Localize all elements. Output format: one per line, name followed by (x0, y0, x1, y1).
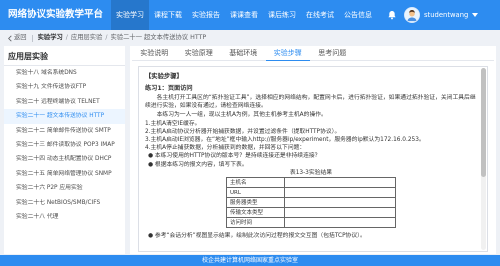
tab-bar: 实验说明 实验原理 基础环境 实验步骤 思考问题 (132, 46, 494, 61)
sidebar-item-p2p[interactable]: 实验二十六 P2P 应用实验 (4, 181, 125, 195)
section-heading: 【实验步骤】 (145, 73, 183, 80)
table-caption: 表13-3实验结果 (289, 169, 333, 176)
table-cell-label: 服务器类型 (226, 197, 285, 209)
sidebar-item-dhcp[interactable]: 实验二十四 动态主机配置协议 DHCP (4, 152, 125, 166)
exercise-title: 练习1：页面访问 (145, 85, 193, 92)
nav-item-exercises[interactable]: 课后练习 (263, 0, 301, 30)
content-scrollbar[interactable] (481, 68, 486, 250)
note-paragraph: 本练习为一人一组，现以主机A为例，其他主机参考主机A的操作。 (156, 112, 327, 119)
bell-icon[interactable] (387, 10, 397, 20)
sidebar-item-snmp[interactable]: 实验二十五 简单网络管理协议 SNMP (4, 167, 125, 181)
step-item: 1.主机A清空IE缓存。 (145, 120, 201, 127)
nav-item-lab-report[interactable]: 实验报告 (187, 0, 225, 30)
table-row: 访问时间 (226, 217, 396, 229)
table-cell-label: URL (226, 187, 285, 199)
breadcrumb: 返回 实验学习 / 应用层实验 / 实验二十一 超文本传送协议 HTTP (8, 31, 206, 45)
intro-paragraph: 各主机打开工具区的“拓扑验证工具”，选择相应的网络结构，配置网卡后，进行拓扑验证… (145, 95, 476, 110)
breadcrumb-item-current: 实验二十一 超文本传送协议 HTTP (110, 34, 207, 41)
step-item: 4.主机A停止捕获数据，分析捕获到的数据，并回答以下问题： (145, 145, 306, 152)
back-link[interactable]: 返回 (8, 31, 27, 45)
sidebar-item-dns[interactable]: 实验十八 域名系统DNS (4, 66, 125, 80)
scrollbar-thumb[interactable] (481, 68, 486, 178)
table-row: 服务器类型 (226, 197, 396, 209)
breadcrumb-separator: / (65, 34, 68, 41)
question-item: ● 本练习使用的HTTP协议的版本号？是持续连接还是非持续连接？ (148, 153, 321, 160)
tab-environment[interactable]: 基础环境 (221, 46, 266, 61)
nav-item-online-exam[interactable]: 在线考试 (301, 0, 339, 30)
sidebar-item-telnet[interactable]: 实验二十 远程终端协议 TELNET (4, 95, 125, 109)
nav-item-lab-study[interactable]: 实验学习 (111, 0, 149, 30)
content-body: 【实验步骤】 练习1：页面访问 各主机打开工具区的“拓扑验证工具”，选择相应的网… (139, 67, 487, 251)
table-cell-label: 主机名 (226, 177, 285, 189)
question-item: ● 根据本练习的报文内容，填写下表。 (148, 161, 248, 168)
sidebar: 应用层实验 实验十八 域名系统DNS 实验十九 文件传送协议FTP 实验二十 远… (4, 46, 125, 254)
breadcrumb-item-section[interactable]: 实验学习 (38, 31, 63, 45)
table-cell-value (284, 207, 396, 219)
table-cell-label: 传输文本类型 (226, 207, 285, 219)
chevron-left-icon (8, 35, 12, 41)
sidebar-item-netbios[interactable]: 实验二十七 NetBIOS/SMB/CIFS (4, 196, 125, 210)
sidebar-item-smtp[interactable]: 实验二十二 简单邮件传送协议 SMTP (4, 124, 125, 138)
main-panel: 实验说明 实验原理 基础环境 实验步骤 思考问题 【实验步骤】 练习1：页面访问… (130, 46, 496, 254)
table-cell-value (284, 217, 396, 229)
back-label: 返回 (14, 34, 27, 41)
breadcrumb-separator: / (105, 34, 108, 41)
table-cell-label: 访问时间 (226, 217, 285, 229)
tab-lab-description[interactable]: 实验说明 (132, 46, 177, 61)
table-row: 传输文本类型 (226, 207, 396, 219)
breadcrumb-item-category[interactable]: 应用层实验 (71, 31, 102, 45)
avatar[interactable] (404, 7, 420, 23)
step-item: 2.主机A启动协议分析器开始捕获数据，并设置过滤条件（提取HTTP协议）。 (145, 128, 341, 135)
table-row: URL (226, 187, 396, 199)
table-cell-value (284, 187, 396, 199)
breadcrumb-divider (31, 34, 33, 42)
tab-lab-principle[interactable]: 实验原理 (177, 46, 222, 61)
table-cell-value (284, 177, 396, 189)
tab-lab-steps[interactable]: 实验步骤 (265, 46, 310, 61)
username[interactable]: studentwang (424, 0, 468, 30)
step-item: 3.主机A启动IE浏览器，在“地址”框中输入http://服务器ip/exper… (145, 137, 425, 144)
sidebar-item-proxy[interactable]: 实验二十八 代理 (4, 210, 125, 224)
tab-questions[interactable]: 思考问题 (310, 46, 355, 61)
nav-item-view[interactable]: 课课查看 (225, 0, 263, 30)
main-nav: 实验学习 课程下载 实验报告 课课查看 课后练习 在线考试 公告信息 (111, 0, 377, 30)
table-row: 主机名 (226, 177, 396, 189)
result-table: 主机名 URL 服务器类型 传输文本类型 访问时间 (226, 177, 396, 229)
sidebar-item-http[interactable]: 实验二十一 超文本传送协议 HTTP (4, 109, 125, 124)
caret-down-icon[interactable] (472, 13, 478, 17)
app-title[interactable]: 网络协议实验教学平台 (8, 0, 103, 30)
sidebar-item-ftp[interactable]: 实验十九 文件传送协议FTP (4, 80, 125, 94)
nav-item-course-download[interactable]: 课程下载 (149, 0, 187, 30)
top-header: 网络协议实验教学平台 实验学习 课程下载 实验报告 课课查看 课后练习 在线考试… (0, 0, 500, 30)
nav-item-announcements[interactable]: 公告信息 (339, 0, 377, 30)
question-item: ● 参考“会话分析”视图显示结果，绘制此次访问过程的报文交互图（包括TCP协议）… (148, 233, 366, 240)
footer: 校企共建计算机网络国家重点实验室 (0, 255, 500, 266)
sidebar-title: 应用层实验 (4, 46, 125, 66)
content-panel: 【实验步骤】 练习1：页面访问 各主机打开工具区的“拓扑验证工具”，选择相应的网… (138, 66, 488, 252)
table-cell-value (284, 197, 396, 209)
sidebar-item-pop3-imap[interactable]: 实验二十三 邮件读取协议 POP3 IMAP (4, 138, 125, 152)
